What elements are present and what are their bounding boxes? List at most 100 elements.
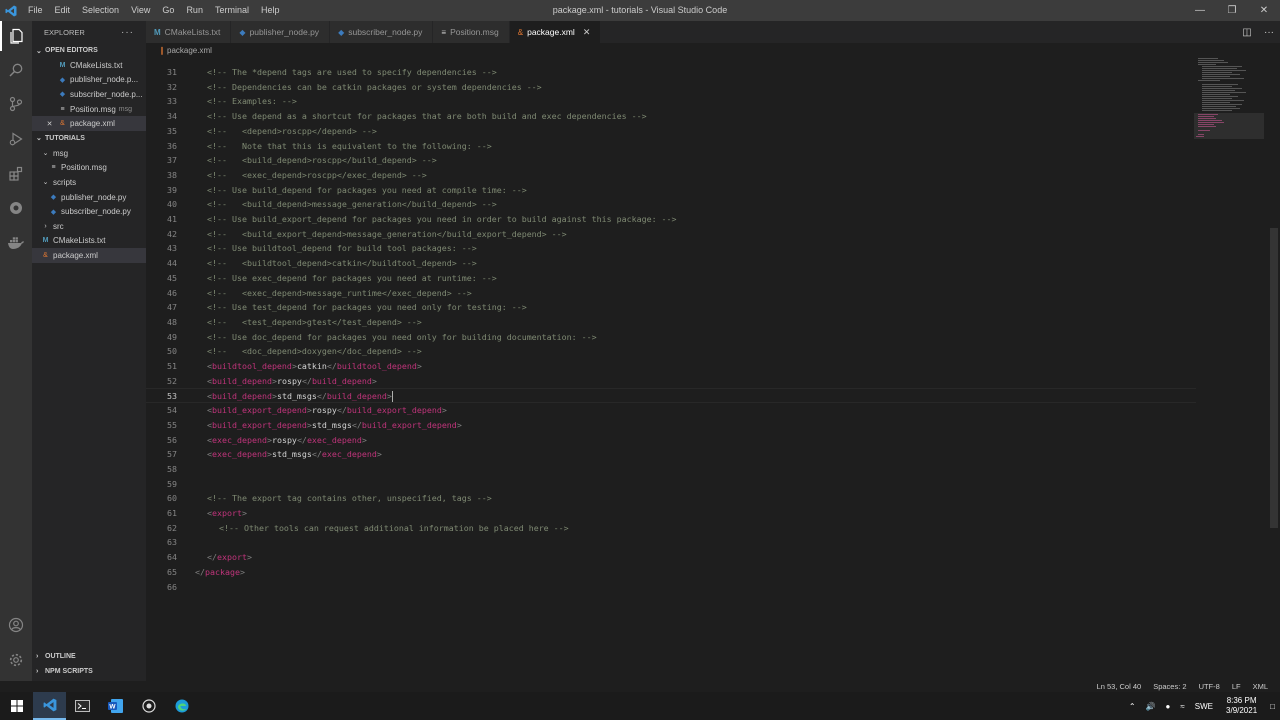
taskbar-edge-icon[interactable] <box>165 692 198 720</box>
file-item[interactable]: ◆ subscriber_node.py <box>32 204 146 219</box>
search-icon[interactable] <box>0 55 32 85</box>
code-line[interactable]: 46 <!-- <exec_depend>message_runtime</exe… <box>146 286 1196 301</box>
code-line[interactable]: 53 <build_depend>std_msgs</build_depend> <box>146 388 1196 404</box>
code-line[interactable]: 43 <!-- Use buildtool_depend for build to… <box>146 241 1196 256</box>
minimap[interactable] <box>1194 58 1264 681</box>
settings-gear-icon[interactable] <box>0 645 32 675</box>
breadcrumb-file[interactable]: package.xml <box>167 46 212 55</box>
editor-tab[interactable]: ≡ Position.msg <box>433 21 510 43</box>
cursor-position[interactable]: Ln 53, Col 40 <box>1097 682 1142 691</box>
code-line[interactable]: 38 <!-- <exec_depend>roscpp</exec_depend>… <box>146 168 1196 183</box>
volume-icon[interactable]: 🔊 <box>1141 702 1161 711</box>
remote-explorer-icon[interactable] <box>0 193 32 223</box>
code-line[interactable]: 34 <!-- Use depend as a shortcut for pack… <box>146 109 1196 124</box>
more-actions-icon[interactable]: ··· <box>121 27 134 38</box>
menu-item[interactable]: Go <box>156 0 180 21</box>
code-line[interactable]: 56 <exec_depend>rospy</exec_depend> <box>146 433 1196 448</box>
taskbar-github-icon[interactable] <box>132 692 165 720</box>
code-line[interactable]: 65 </package> <box>146 565 1196 580</box>
eol-setting[interactable]: LF <box>1232 682 1241 691</box>
npm-scripts-section[interactable]: › NPM SCRIPTS <box>32 664 146 679</box>
tray-chevron-up-icon[interactable]: ⌃ <box>1124 702 1141 711</box>
code-line[interactable]: 44 <!-- <buildtool_depend>catkin</buildto… <box>146 256 1196 271</box>
file-item[interactable]: M CMakeLists.txt <box>32 234 146 249</box>
code-line[interactable]: 41 <!-- Use build_export_depend for packa… <box>146 212 1196 227</box>
code-line[interactable]: 31 <!-- The *depend tags are used to spec… <box>146 65 1196 80</box>
vertical-scrollbar[interactable] <box>1270 228 1278 528</box>
file-item[interactable]: ◆ publisher_node.py <box>32 190 146 205</box>
code-line[interactable]: 42 <!-- <build_export_depend>message_gene… <box>146 227 1196 242</box>
code-line[interactable]: 36 <!-- Note that this is equivalent to t… <box>146 139 1196 154</box>
split-editor-icon[interactable]: ◫ <box>1236 27 1258 38</box>
accounts-icon[interactable] <box>0 610 32 640</box>
open-editor-item[interactable]: ✕ & package.xml <box>32 116 146 131</box>
extensions-icon[interactable] <box>0 159 32 189</box>
open-editors-section[interactable]: ⌄ OPEN EDITORS <box>32 43 146 58</box>
code-line[interactable]: 49 <!-- Use doc_depend for packages you n… <box>146 330 1196 345</box>
restore-button[interactable]: ❐ <box>1216 0 1248 21</box>
folder-item[interactable]: ⌄ msg <box>32 146 146 161</box>
code-line[interactable]: 55 <build_export_depend>std_msgs</build_e… <box>146 418 1196 433</box>
file-item[interactable]: ≡ Position.msg <box>32 161 146 176</box>
open-editor-item[interactable]: ≡ Position.msg msg <box>32 102 146 117</box>
notifications-icon[interactable]: □ <box>1265 702 1280 711</box>
code-line[interactable]: 66 <box>146 580 1196 595</box>
menu-item[interactable]: Help <box>255 0 286 21</box>
code-line[interactable]: 64 </export> <box>146 550 1196 565</box>
folder-item[interactable]: ⌄ scripts <box>32 175 146 190</box>
code-line[interactable]: 57 <exec_depend>std_msgs</exec_depend> <box>146 447 1196 462</box>
microphone-icon[interactable]: ● <box>1161 702 1176 711</box>
menu-item[interactable]: File <box>22 0 49 21</box>
explorer-icon[interactable] <box>0 21 32 51</box>
open-editor-item[interactable]: ◆ subscriber_node.p... <box>32 87 146 102</box>
more-actions-icon[interactable]: ··· <box>1258 27 1280 38</box>
code-line[interactable]: 62 <!-- Other tools can request additiona… <box>146 521 1196 536</box>
close-icon[interactable]: ✕ <box>44 120 55 128</box>
workspace-section[interactable]: ⌄ TUTORIALS <box>32 131 146 146</box>
code-editor[interactable]: 31 <!-- The *depend tags are used to spec… <box>146 58 1280 681</box>
code-line[interactable]: 37 <!-- <build_depend>roscpp</build_depen… <box>146 153 1196 168</box>
editor-tab[interactable]: M CMakeLists.txt <box>146 21 232 43</box>
code-line[interactable]: 47 <!-- Use test_depend for packages you … <box>146 300 1196 315</box>
close-tab-icon[interactable]: ✕ <box>583 27 591 38</box>
clock[interactable]: 8:36 PM 3/9/2021 <box>1218 696 1265 716</box>
code-line[interactable]: 51 <buildtool_depend>catkin</buildtool_de… <box>146 359 1196 374</box>
code-line[interactable]: 58 <box>146 462 1196 477</box>
code-line[interactable]: 35 <!-- <depend>roscpp</depend> --> <box>146 124 1196 139</box>
taskbar-vscode-icon[interactable] <box>33 692 66 720</box>
code-line[interactable]: 59 <box>146 477 1196 492</box>
taskbar-terminal-icon[interactable] <box>66 692 99 720</box>
menu-item[interactable]: Run <box>180 0 209 21</box>
open-editor-item[interactable]: ◆ publisher_node.p... <box>32 73 146 88</box>
menu-item[interactable]: Selection <box>76 0 125 21</box>
encoding-setting[interactable]: UTF-8 <box>1199 682 1220 691</box>
editor-tab[interactable]: & package.xml ✕ <box>509 21 602 43</box>
code-line[interactable]: 60 <!-- The export tag contains other, un… <box>146 491 1196 506</box>
code-line[interactable]: 50 <!-- <doc_depend>doxygen</doc_depend> … <box>146 344 1196 359</box>
code-line[interactable]: 54 <build_export_depend>rospy</build_expo… <box>146 403 1196 418</box>
code-line[interactable]: 39 <!-- Use build_depend for packages you… <box>146 183 1196 198</box>
language-mode[interactable]: XML <box>1253 682 1268 691</box>
input-language[interactable]: SWE <box>1190 702 1218 711</box>
start-button[interactable] <box>0 692 33 720</box>
code-line[interactable]: 33 <!-- Examples: --> <box>146 94 1196 109</box>
open-editor-item[interactable]: M CMakeLists.txt <box>32 58 146 73</box>
run-debug-icon[interactable] <box>0 124 32 154</box>
code-line[interactable]: 63 <box>146 535 1196 550</box>
indentation-setting[interactable]: Spaces: 2 <box>1153 682 1186 691</box>
outline-section[interactable]: › OUTLINE <box>32 649 146 664</box>
code-line[interactable]: 52 <build_depend>rospy</build_depend> <box>146 374 1196 389</box>
source-control-icon[interactable] <box>0 89 32 119</box>
folder-item[interactable]: › src <box>32 219 146 234</box>
wifi-icon[interactable]: ≈ <box>1175 702 1189 711</box>
menu-item[interactable]: Terminal <box>209 0 255 21</box>
docker-icon[interactable] <box>0 228 32 258</box>
minimize-button[interactable]: — <box>1184 0 1216 21</box>
code-line[interactable]: 48 <!-- <test_depend>gtest</test_depend> … <box>146 315 1196 330</box>
code-line[interactable]: 40 <!-- <build_depend>message_generation<… <box>146 197 1196 212</box>
menu-item[interactable]: View <box>125 0 156 21</box>
close-window-button[interactable]: ✕ <box>1248 0 1280 21</box>
menu-item[interactable]: Edit <box>49 0 77 21</box>
file-item[interactable]: & package.xml <box>32 248 146 263</box>
code-line[interactable]: 61 <export> <box>146 506 1196 521</box>
